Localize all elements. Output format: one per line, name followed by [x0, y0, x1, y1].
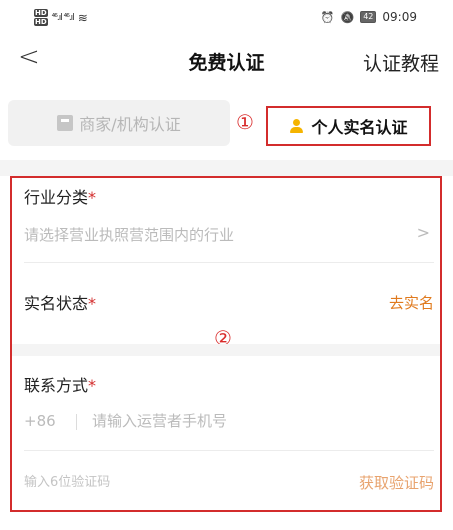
go-realname-link[interactable]: 去实名 [389, 292, 434, 313]
section-band [12, 344, 440, 356]
tutorial-link[interactable]: 认证教程 [363, 49, 439, 76]
industry-label: 行业分类* [24, 184, 96, 208]
mute-icon: 🔕 [340, 10, 355, 24]
signal-icon: ⁴⁶.ıl ⁴⁶.ıl [51, 13, 75, 23]
country-code[interactable]: +86 [24, 412, 56, 430]
divider [24, 450, 434, 451]
contact-label-text: 联系方式 [24, 376, 89, 395]
hd-badge: HD [34, 9, 48, 17]
tab-personal-label: 个人实名认证 [311, 118, 408, 137]
wifi-icon: ≋ [77, 11, 88, 25]
industry-select[interactable]: 请选择营业执照营范围内的行业 [24, 224, 234, 245]
tab-personal[interactable]: 个人实名认证 [266, 106, 431, 146]
realname-label: 实名状态* [24, 290, 96, 314]
tab-merchant-label: 商家/机构认证 [79, 115, 181, 134]
annotation-marker-1: ① [236, 110, 254, 134]
status-right: ⏰ 🔕 42 09:09 [321, 10, 417, 24]
divider [24, 262, 434, 263]
battery-icon: 42 [360, 11, 377, 23]
auth-type-tabs: 商家/机构认证 ① 个人实名认证 [0, 86, 453, 160]
get-code-button[interactable]: 获取验证码 [359, 472, 434, 493]
realname-label-text: 实名状态 [24, 294, 89, 313]
status-left: HD HD ⁴⁶.ıl ⁴⁶.ıl ≋ [34, 9, 88, 27]
person-icon [289, 119, 304, 133]
required-mark: * [88, 294, 97, 313]
alarm-icon: ⏰ [320, 10, 335, 24]
required-mark: * [88, 188, 97, 207]
status-bar: HD HD ⁴⁶.ıl ⁴⁶.ıl ≋ ⏰ 🔕 42 09:09 [0, 0, 453, 38]
phone-input[interactable] [92, 410, 312, 432]
verification-code-input[interactable] [24, 472, 224, 492]
nav-header: < 免费认证 认证教程 [0, 38, 453, 82]
personal-auth-form: 行业分类* 请选择营业执照营范围内的行业 > 实名状态* 去实名 ② 联系方式*… [10, 176, 442, 512]
chevron-right-icon[interactable]: > [417, 223, 430, 242]
separator [76, 414, 77, 430]
clock: 09:09 [382, 10, 417, 24]
tab-merchant[interactable]: 商家/机构认证 [8, 100, 230, 146]
contact-label: 联系方式* [24, 372, 96, 396]
industry-label-text: 行业分类 [24, 188, 89, 207]
hd-badge: HD [34, 18, 48, 26]
store-icon [57, 115, 74, 131]
section-gap [0, 160, 453, 176]
hd-icon: HD HD [34, 9, 48, 27]
required-mark: * [88, 376, 97, 395]
